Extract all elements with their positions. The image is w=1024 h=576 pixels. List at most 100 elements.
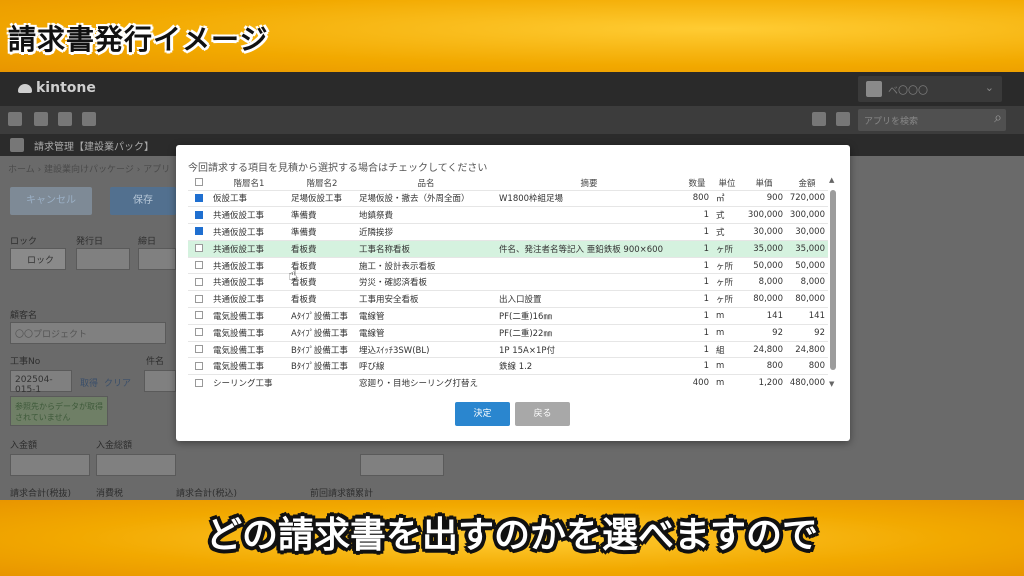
cell-qty: 1: [682, 256, 712, 274]
cell-level1: 共通仮設工事: [210, 290, 288, 308]
table-row[interactable]: 共通仮設工事 看板費 工事用安全看板 出入口設置 1 ヶ所 80,000 80,000: [188, 290, 828, 308]
table-row[interactable]: 電気設備工事 Bﾀｲﾌﾟ設備工事 呼び線 鉄線 1.2 1 m 800 800: [188, 357, 828, 375]
user-menu[interactable]: ベ〇〇〇 ⌄: [858, 76, 1002, 102]
row-checkbox[interactable]: [195, 378, 203, 387]
confirm-button[interactable]: 決定: [455, 402, 510, 426]
lookup-clear-button[interactable]: クリア: [104, 376, 131, 389]
row-checkbox-cell[interactable]: [188, 223, 210, 241]
table-row[interactable]: 共通仮設工事 準備費 地鎮祭費 1 式 300,000 300,000: [188, 206, 828, 224]
app-search-input[interactable]: アプリを検索 ⌕: [858, 109, 1006, 131]
back-button[interactable]: 戻る: [515, 402, 570, 426]
cell-item: 呼び線: [356, 357, 496, 375]
cell-amount: 720,000: [786, 189, 828, 207]
help-icon[interactable]: [812, 112, 826, 126]
item-field[interactable]: [144, 370, 176, 392]
row-checkbox-cell[interactable]: [188, 273, 210, 291]
row-checkbox-cell[interactable]: [188, 340, 210, 358]
customer-field[interactable]: 〇〇プロジェクト: [10, 322, 166, 344]
search-icon[interactable]: ⌕: [994, 110, 1002, 126]
lookup-get-button[interactable]: 取得: [80, 376, 98, 389]
row-checkbox-cell[interactable]: [188, 323, 210, 342]
cell-item: 労災・確認済看板: [356, 273, 496, 291]
save-button[interactable]: 保存: [110, 187, 176, 215]
table-row[interactable]: シーリング工事 窓廻り・目地シーリング打替え 400 m 1,200 480,000: [188, 374, 828, 388]
received-label: 入金額: [10, 441, 38, 451]
received-total-field[interactable]: [96, 454, 176, 476]
row-checkbox[interactable]: [195, 261, 203, 270]
row-checkbox[interactable]: [195, 277, 203, 286]
kintone-logo[interactable]: kintone: [18, 80, 96, 96]
app-header: kintone ベ〇〇〇 ⌄: [0, 72, 1024, 106]
scroll-thumb[interactable]: [830, 190, 836, 370]
cancel-button[interactable]: キャンセル: [10, 187, 92, 215]
cell-qty: 1: [682, 323, 712, 342]
column-header: 単位: [718, 178, 736, 189]
people-icon[interactable]: [82, 112, 96, 126]
cell-level2: 準備費: [288, 223, 356, 241]
close-date-field[interactable]: [138, 248, 176, 270]
cell-level2: Aﾀｲﾌﾟ設備工事: [288, 307, 356, 325]
issue-date-field[interactable]: [76, 248, 130, 270]
row-checkbox-cell[interactable]: [188, 256, 210, 274]
table-row[interactable]: 共通仮設工事 看板費 工事名称看板 件名、発注者名等記入 亜鉛鉄板 900×600 1 ヶ…: [188, 239, 828, 258]
scroll-up-icon[interactable]: ▲: [829, 176, 834, 184]
row-checkbox[interactable]: [195, 311, 203, 320]
row-checkbox[interactable]: [195, 328, 203, 337]
breadcrumb[interactable]: ホーム › 建設業向けパッケージ › アプリ: [8, 162, 170, 175]
row-checkbox-cell[interactable]: [188, 374, 210, 388]
lock-button[interactable]: ロック: [10, 248, 66, 270]
cell-amount: 80,000: [786, 290, 828, 308]
table-row[interactable]: 電気設備工事 Aﾀｲﾌﾟ設備工事 電線管 PF(二重)16㎜ 1 m 141 141: [188, 307, 828, 325]
row-checkbox-cell[interactable]: [188, 239, 210, 258]
app-name[interactable]: 請求管理【建設業パック】: [34, 138, 154, 153]
bell-icon[interactable]: [58, 112, 72, 126]
cell-item: 地鎮祭費: [356, 206, 496, 224]
row-checkbox[interactable]: [195, 345, 203, 354]
cell-note: [496, 256, 682, 274]
column-header: 金額: [798, 178, 816, 189]
cell-level2: 足場仮設工事: [288, 189, 356, 207]
select-all-checkbox[interactable]: [195, 178, 203, 187]
row-checkbox[interactable]: [195, 227, 203, 236]
settings-icon[interactable]: [836, 112, 850, 126]
extra-field[interactable]: [360, 454, 444, 476]
select-all-header[interactable]: [188, 176, 210, 190]
cell-qty: 400: [682, 374, 712, 388]
row-checkbox-cell[interactable]: [188, 307, 210, 325]
cell-price: 24,800: [742, 340, 786, 358]
row-checkbox-cell[interactable]: [188, 290, 210, 308]
cell-item: 窓廻り・目地シーリング打替え: [356, 374, 496, 388]
cell-qty: 1: [682, 357, 712, 375]
row-checkbox-cell[interactable]: [188, 357, 210, 375]
row-checkbox-cell[interactable]: [188, 206, 210, 224]
cell-unit: m: [712, 374, 742, 388]
row-checkbox[interactable]: [195, 210, 203, 219]
project-no-field[interactable]: 202504-015-1: [10, 370, 72, 395]
table-row[interactable]: 共通仮設工事 看板費 施工・設計表示看板 1 ヶ所 50,000 50,000: [188, 256, 828, 274]
received-field[interactable]: [10, 454, 90, 476]
row-checkbox[interactable]: [195, 361, 203, 370]
table-row[interactable]: 仮設工事 足場仮設工事 足場仮設・撤去（外周全面） W1800枠組足場 800 ㎡ 900 7…: [188, 189, 828, 207]
top-banner: 請求書発行イメージ: [0, 0, 1024, 72]
cell-note: 鉄線 1.2: [496, 357, 682, 375]
table-row[interactable]: 電気設備工事 Bﾀｲﾌﾟ設備工事 埋込ｽｲｯﾁ3SW(BL) 1P 15A×1P付 1 組…: [188, 340, 828, 358]
cell-level2: Aﾀｲﾌﾟ設備工事: [288, 323, 356, 342]
cell-item: 埋込ｽｲｯﾁ3SW(BL): [356, 340, 496, 358]
table-row[interactable]: 電気設備工事 Aﾀｲﾌﾟ設備工事 電線管 PF(二重)22㎜ 1 m 92 92: [188, 323, 828, 342]
cell-level1: 共通仮設工事: [210, 239, 288, 258]
cell-level1: 共通仮設工事: [210, 223, 288, 241]
scroll-down-icon[interactable]: ▼: [829, 380, 834, 388]
table-scrollbar[interactable]: ▲ ▼: [828, 176, 840, 388]
cell-qty: 1: [682, 273, 712, 291]
cell-unit: 組: [712, 340, 742, 358]
cell-level1: 共通仮設工事: [210, 206, 288, 224]
table-row[interactable]: 共通仮設工事 看板費 労災・確認済看板 1 ヶ所 8,000 8,000: [188, 273, 828, 291]
home-icon[interactable]: [34, 112, 48, 126]
row-checkbox-cell[interactable]: [188, 189, 210, 207]
menu-icon[interactable]: [8, 112, 22, 126]
table-row[interactable]: 共通仮設工事 準備費 近隣挨拶 1 式 30,000 30,000: [188, 223, 828, 241]
row-checkbox[interactable]: [195, 193, 203, 202]
app-icon: [10, 138, 24, 152]
row-checkbox[interactable]: [195, 244, 203, 253]
row-checkbox[interactable]: [195, 294, 203, 303]
